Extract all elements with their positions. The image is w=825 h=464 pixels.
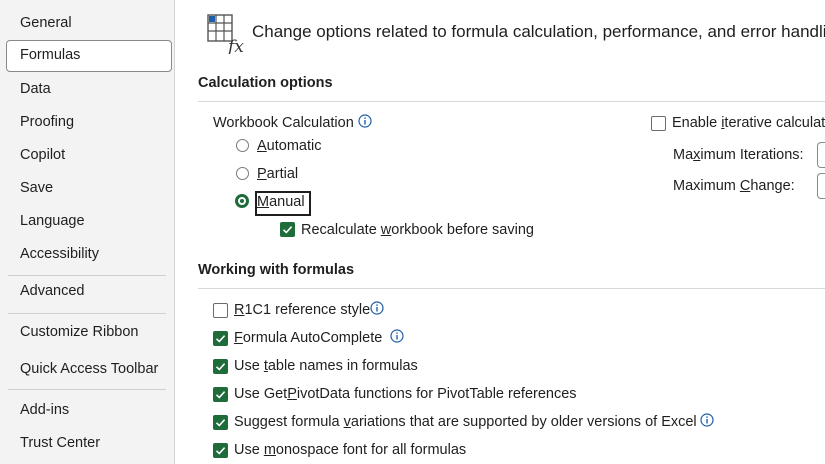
- formula-autocomplete-checkbox[interactable]: [213, 331, 228, 346]
- sidebar-item-trust-center[interactable]: Trust Center: [6, 428, 172, 459]
- recalculate-before-saving-label[interactable]: Recalculate workbook before saving: [301, 222, 534, 238]
- section-divider: [198, 101, 825, 102]
- sidebar-divider: [8, 313, 166, 314]
- enable-iterative-calculation-checkbox[interactable]: [651, 116, 666, 131]
- radio-manual[interactable]: [235, 194, 249, 208]
- sidebar-item-formulas[interactable]: Formulas: [6, 40, 172, 72]
- checkmark-icon: [215, 419, 226, 427]
- checkmark-icon: [215, 391, 226, 399]
- maximum-iterations-input[interactable]: [817, 142, 825, 168]
- sidebar-item-general[interactable]: General: [6, 8, 172, 39]
- sidebar-item-proofing[interactable]: Proofing: [6, 107, 172, 138]
- svg-text:fx: fx: [226, 37, 244, 54]
- enable-iterative-calculation-label[interactable]: Enable iterative calculat: [672, 115, 825, 131]
- radio-partial[interactable]: [236, 167, 249, 180]
- suggest-formula-variations-label[interactable]: Suggest formula variations that are supp…: [234, 414, 697, 430]
- use-monospace-font-label[interactable]: Use monospace font for all formulas: [234, 442, 466, 458]
- use-getpivotdata-checkbox[interactable]: [213, 387, 228, 402]
- radio-automatic-label[interactable]: Automatic: [257, 138, 321, 154]
- info-icon[interactable]: [358, 114, 372, 128]
- info-icon[interactable]: [390, 329, 404, 343]
- maximum-change-label: Maximum Change:: [673, 178, 795, 194]
- radio-automatic[interactable]: [236, 139, 249, 152]
- workbook-calculation-label: Workbook Calculation: [213, 115, 354, 131]
- use-table-names-checkbox[interactable]: [213, 359, 228, 374]
- sidebar-item-save[interactable]: Save: [6, 173, 172, 204]
- sidebar-item-data[interactable]: Data: [6, 74, 172, 105]
- formula-calculator-icon: fx: [207, 14, 244, 54]
- sidebar-item-copilot[interactable]: Copilot: [6, 140, 172, 171]
- maximum-iterations-label: Maximum Iterations:: [673, 147, 804, 163]
- recalculate-before-saving-checkbox[interactable]: [280, 222, 295, 237]
- section-title-working-with-formulas: Working with formulas: [198, 262, 355, 278]
- sidebar-item-language[interactable]: Language: [6, 206, 172, 237]
- section-title-calculation: Calculation options: [198, 75, 333, 91]
- section-divider: [198, 288, 825, 289]
- checkmark-icon: [215, 363, 226, 371]
- radio-partial-label[interactable]: Partial: [257, 166, 298, 182]
- radio-manual-label[interactable]: Manual: [257, 194, 305, 210]
- checkmark-icon: [215, 335, 226, 343]
- use-getpivotdata-label[interactable]: Use GetPivotData functions for PivotTabl…: [234, 386, 577, 402]
- sidebar-item-customize-ribbon[interactable]: Customize Ribbon: [6, 317, 172, 348]
- info-icon[interactable]: [370, 301, 384, 315]
- checkmark-icon: [282, 226, 293, 234]
- r1c1-reference-style-label[interactable]: R1C1 reference style: [234, 302, 370, 318]
- sidebar-item-advanced[interactable]: Advanced: [6, 276, 172, 307]
- sidebar-item-quick-access-toolbar[interactable]: Quick Access Toolbar: [6, 354, 172, 385]
- info-icon[interactable]: [700, 413, 714, 427]
- suggest-formula-variations-checkbox[interactable]: [213, 415, 228, 430]
- sidebar-item-accessibility[interactable]: Accessibility: [6, 239, 172, 270]
- sidebar-divider: [8, 389, 166, 390]
- options-sidebar: General Formulas Data Proofing Copilot S…: [0, 0, 175, 464]
- formulas-panel: fx Change options related to formula cal…: [175, 0, 825, 464]
- page-description: Change options related to formula calcul…: [252, 22, 825, 41]
- checkmark-icon: [215, 447, 226, 455]
- r1c1-reference-style-checkbox[interactable]: [213, 303, 228, 318]
- maximum-change-input[interactable]: [817, 173, 825, 199]
- use-monospace-font-checkbox[interactable]: [213, 443, 228, 458]
- formula-autocomplete-label[interactable]: Formula AutoComplete: [234, 330, 382, 346]
- use-table-names-label[interactable]: Use table names in formulas: [234, 358, 418, 374]
- sidebar-item-add-ins[interactable]: Add-ins: [6, 395, 172, 426]
